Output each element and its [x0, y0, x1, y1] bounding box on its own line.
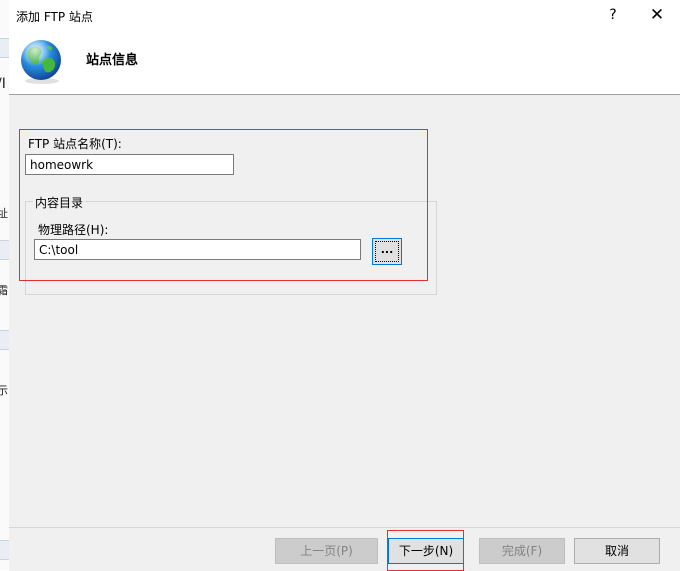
add-ftp-site-dialog: 添加 FTP 站点 ? ✕ 站点信息 FTP 站点名称(T): homeowrk… — [9, 0, 680, 571]
browse-button[interactable]: ... — [372, 238, 402, 265]
physical-path-label: 物理路径(H): — [38, 223, 109, 237]
wizard-footer: 上一页(P) 下一步(N) 完成(F) 取消 — [9, 527, 680, 571]
content-directory-label: 内容目录 — [33, 194, 86, 211]
page-title: 站点信息 — [86, 53, 139, 68]
finish-button[interactable]: 完成(F) — [479, 538, 565, 564]
background-text-fragment: 址 — [0, 205, 8, 221]
background-toolbar-strip — [0, 240, 9, 260]
physical-path-input[interactable] — [34, 239, 361, 260]
help-button[interactable]: ? — [599, 4, 627, 26]
background-toolbar-strip — [0, 540, 9, 560]
site-name-input[interactable] — [25, 154, 234, 175]
cancel-button[interactable]: 取消 — [574, 538, 660, 564]
background-toolbar-strip — [0, 330, 9, 350]
background-text-fragment: 示 — [0, 382, 8, 398]
focus-rectangle — [375, 241, 399, 262]
title-bar[interactable]: 添加 FTP 站点 ? ✕ — [9, 0, 680, 31]
wizard-header: 站点信息 — [9, 31, 680, 95]
previous-button[interactable]: 上一页(P) — [275, 538, 378, 564]
site-info-form: FTP 站点名称(T): 内容目录 物理路径(H): ... — [9, 95, 680, 527]
next-button[interactable]: 下一步(N) — [388, 538, 464, 564]
background-toolbar-strip — [0, 38, 9, 58]
dialog-title: 添加 FTP 站点 — [16, 10, 93, 24]
globe-icon — [21, 40, 61, 84]
close-button[interactable]: ✕ — [643, 4, 671, 26]
background-text-fragment: 霜 — [0, 282, 8, 298]
background-text-fragment: /I — [0, 76, 6, 92]
site-name-label: FTP 站点名称(T): — [28, 137, 122, 151]
